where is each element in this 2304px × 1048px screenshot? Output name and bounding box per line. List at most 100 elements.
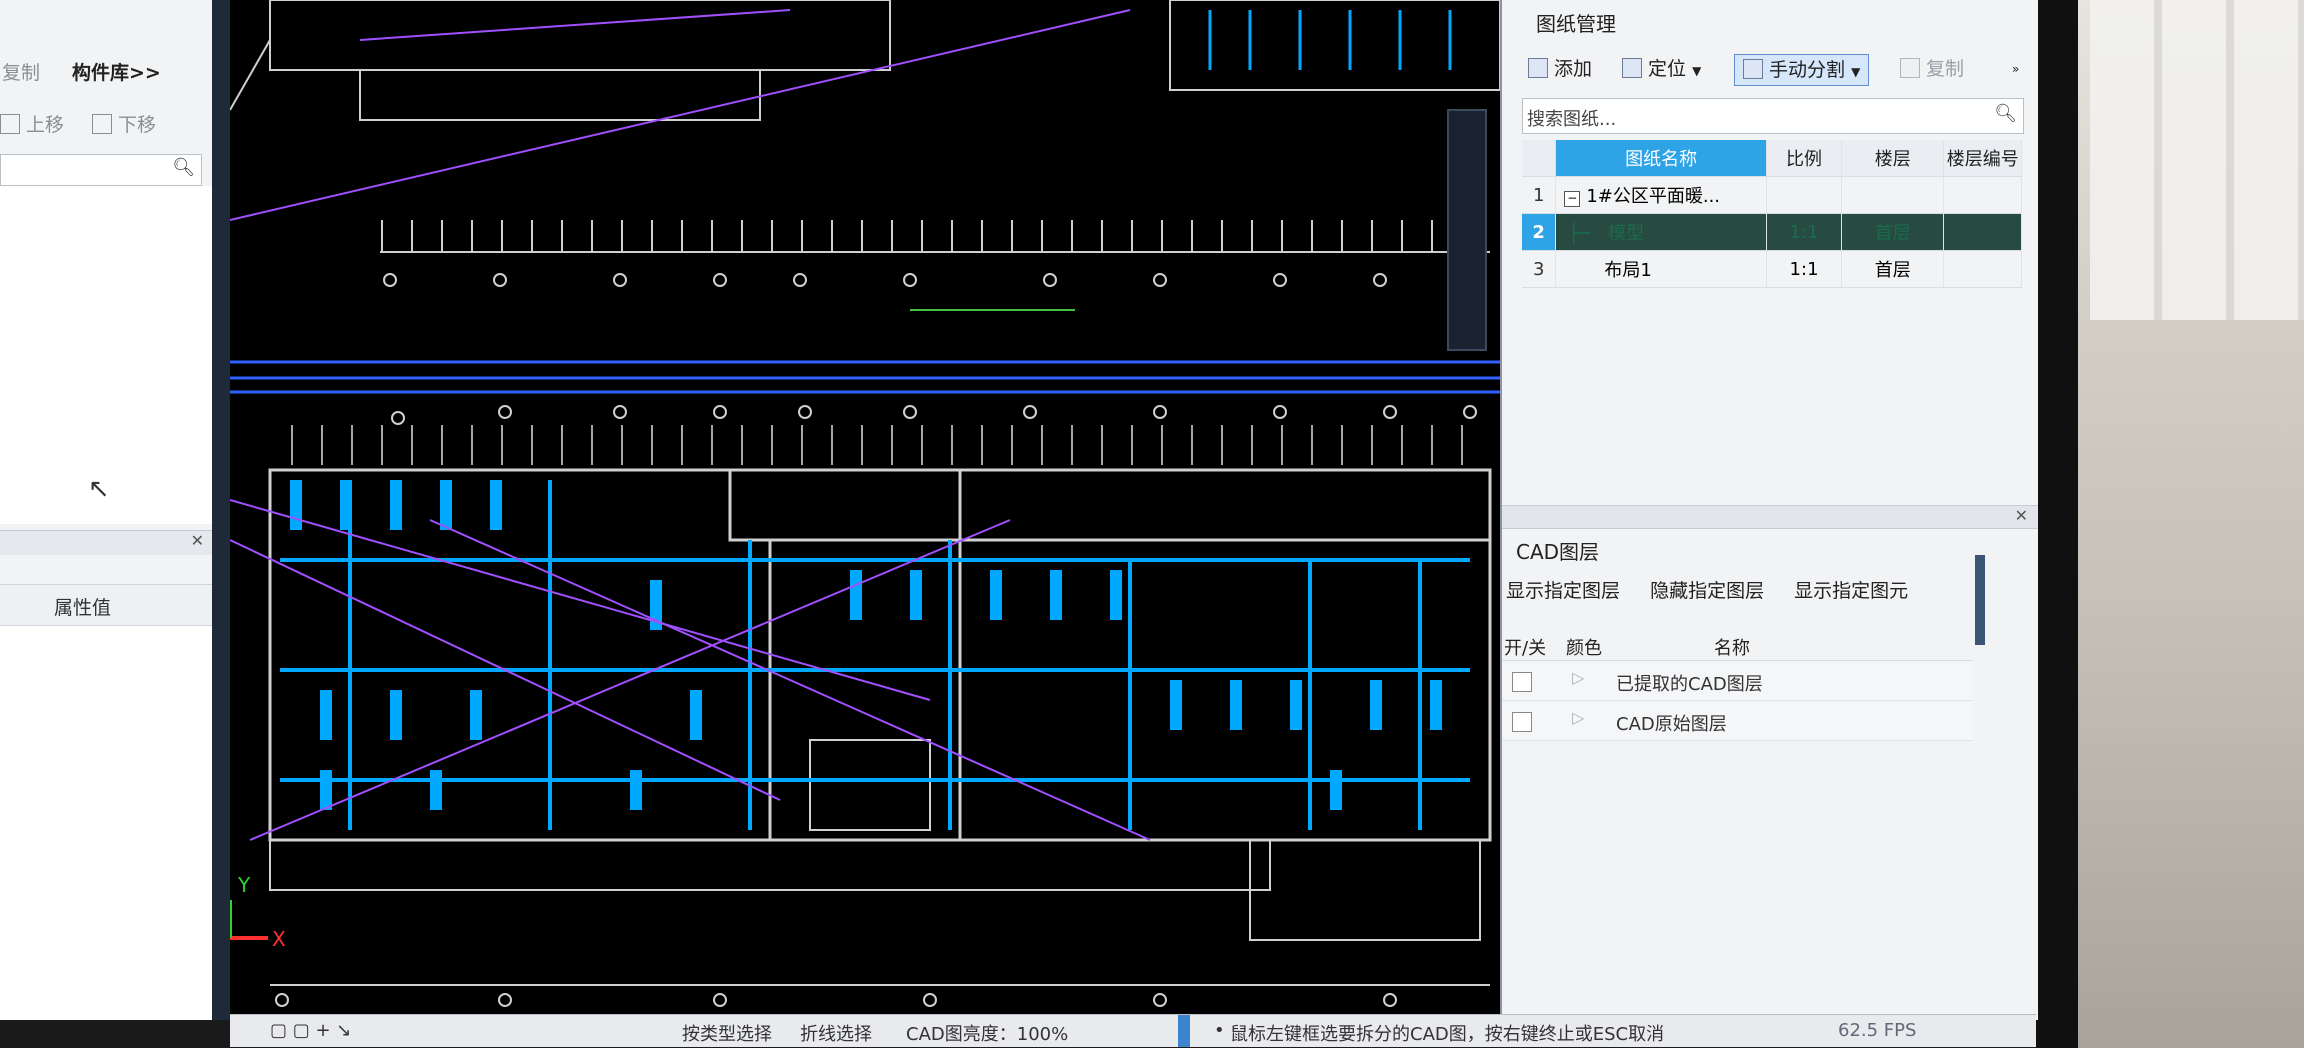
component-search-input[interactable]: 🔍︎: [0, 154, 202, 186]
search-icon[interactable]: 🔍︎: [1994, 103, 2017, 124]
drawing-search-input[interactable]: 搜索图纸... 🔍︎: [1522, 98, 2024, 134]
search-icon[interactable]: 🔍︎: [172, 157, 195, 178]
show-element-button[interactable]: 显示指定图元: [1794, 580, 1908, 602]
column-header-ratio[interactable]: 比例: [1766, 140, 1843, 177]
close-icon[interactable]: ✕: [2015, 506, 2028, 525]
component-library-button[interactable]: 构件库>>: [72, 58, 161, 85]
locate-icon: [1622, 58, 1642, 78]
mouse-cursor-icon: ↖: [88, 474, 110, 504]
axis-y-label: Y: [237, 873, 251, 897]
row-floor[interactable]: 首层: [1841, 213, 1945, 251]
brightness-control[interactable]: CAD图亮度：100%: [906, 1020, 1068, 1046]
add-label: 添加: [1554, 58, 1593, 80]
cad-drawing: Y X: [230, 0, 1500, 1007]
collapse-icon[interactable]: −: [1564, 191, 1581, 207]
split-icon: [1743, 59, 1763, 79]
row-floor-code[interactable]: [1943, 213, 2022, 251]
hide-layer-button[interactable]: 隐藏指定图层: [1650, 580, 1764, 602]
list-item[interactable]: ▷ CAD原始图层: [1502, 702, 1972, 741]
add-icon: [1528, 58, 1548, 78]
drawing-table: 图纸名称 比例 楼层 楼层编号 1 −1#公区平面暖... 2 ├─ 模型 1:1…: [1522, 140, 2022, 288]
more-icon[interactable]: »: [2012, 54, 2019, 84]
vertical-scrollbar[interactable]: [1975, 555, 1985, 645]
layer-name: 已提取的CAD图层: [1616, 674, 1763, 695]
list-item[interactable]: ▷ 已提取的CAD图层: [1502, 662, 1972, 701]
copy-drawing-label: 复制: [1926, 58, 1965, 80]
locate-button[interactable]: 定位 ▼: [1622, 54, 1701, 84]
cad-canvas[interactable]: Y X: [230, 0, 1500, 1025]
row-index: 2: [1522, 213, 1557, 251]
row-index: 1: [1522, 176, 1557, 214]
row-name-cell[interactable]: ├─ 模型: [1555, 213, 1767, 251]
drawing-manager-panel: 图纸管理 添加 定位 ▼ 手动分割 ▼ 复制 » 搜索图纸... 🔍︎ 图纸名称: [1500, 0, 2038, 1020]
copy-button[interactable]: 复制: [2, 58, 40, 85]
table-row-selected[interactable]: 2 ├─ 模型 1:1 首层: [1522, 213, 2022, 251]
row-floor[interactable]: [1841, 176, 1945, 214]
property-grid[interactable]: [0, 626, 212, 1020]
component-toolbar: 复制 构件库>>: [0, 52, 212, 88]
type-select-button[interactable]: 按类型选择: [682, 1020, 772, 1046]
manual-split-label: 手动分割: [1769, 59, 1846, 81]
column-header-floor[interactable]: 楼层: [1841, 140, 1945, 177]
row-name[interactable]: 布局1: [1555, 250, 1767, 288]
row-floor-code[interactable]: [1943, 176, 2022, 214]
arrow-down-icon: [92, 114, 112, 134]
cad-layer-panel-header: ✕: [1502, 505, 2038, 529]
cad-layer-header: 开/关 颜色 名称: [1502, 630, 1972, 661]
expand-arrow-icon[interactable]: ▷: [1572, 668, 1584, 687]
table-row[interactable]: 3 布局1 1:1 首层: [1522, 250, 2022, 288]
locate-label: 定位: [1648, 58, 1687, 80]
polyline-select-button[interactable]: 折线选择: [800, 1020, 872, 1046]
row-floor[interactable]: 首层: [1841, 250, 1945, 288]
cad-layer-actions: 显示指定图层 隐藏指定图层 显示指定图元: [1506, 576, 1932, 603]
chevron-down-icon: ▼: [1692, 64, 1702, 78]
tree-branch-icon: ├─: [1568, 223, 1591, 244]
screen: 复制 构件库>> 上移 下移 🔍︎ ↖ ✕ 属性值 Y X 图纸管理 添加 定位…: [0, 0, 2038, 1047]
show-layer-button[interactable]: 显示指定图层: [1506, 580, 1620, 602]
component-panel: 复制 构件库>> 上移 下移 🔍︎ ↖ ✕ 属性值: [0, 0, 214, 1020]
row-ratio[interactable]: 1:1: [1766, 250, 1843, 288]
drawing-toolbar: 添加 定位 ▼ 手动分割 ▼ 复制 »: [1522, 50, 2028, 86]
copy-icon: [1900, 58, 1920, 78]
move-down-button[interactable]: 下移: [92, 110, 156, 137]
table-header-row: 图纸名称 比例 楼层 楼层编号: [1522, 140, 2022, 177]
drawing-search-placeholder: 搜索图纸...: [1527, 109, 1617, 130]
status-bar: ▢ ▢ + ↘ 按类型选择 折线选择 CAD图亮度：100% • 鼠标左键框选要…: [230, 1014, 2036, 1047]
column-header-name[interactable]: 图纸名称: [1555, 140, 1767, 177]
column-header-layer-name: 名称: [1714, 638, 1750, 659]
chevron-down-icon: ▼: [1851, 65, 1861, 79]
move-toolbar: 上移 下移: [0, 104, 212, 140]
close-icon[interactable]: ✕: [191, 531, 204, 550]
status-separator: [1178, 1015, 1190, 1047]
property-column-header: 属性值: [0, 584, 212, 626]
row-index: 3: [1522, 250, 1557, 288]
property-value-header: 属性值: [54, 597, 112, 619]
dot-icon: •: [1214, 1020, 1225, 1041]
status-hint: 鼠标左键框选要拆分的CAD图，按右键终止或ESC取消: [1230, 1024, 1665, 1045]
property-panel-header: ✕: [0, 530, 212, 555]
row-ratio[interactable]: [1766, 176, 1843, 214]
table-header-index: [1522, 140, 1557, 177]
layer-visibility-checkbox[interactable]: [1512, 672, 1532, 692]
cad-layer-title: CAD图层: [1516, 540, 1600, 564]
axis-x-label: X: [272, 927, 286, 951]
row-name: 模型: [1608, 223, 1645, 244]
table-row[interactable]: 1 −1#公区平面暖...: [1522, 176, 2022, 214]
fps-counter: 62.5 FPS: [1838, 1020, 1917, 1041]
expand-arrow-icon[interactable]: ▷: [1572, 708, 1584, 727]
column-header-floor-code[interactable]: 楼层编号: [1943, 140, 2022, 177]
row-name-cell[interactable]: −1#公区平面暖...: [1555, 176, 1767, 214]
monitor-bezel: [2036, 0, 2078, 1048]
row-floor-code[interactable]: [1943, 250, 2022, 288]
manual-split-button[interactable]: 手动分割 ▼: [1734, 54, 1870, 86]
column-header-color: 颜色: [1566, 638, 1602, 659]
copy-drawing-button[interactable]: 复制: [1900, 54, 1964, 84]
layer-name: CAD原始图层: [1616, 714, 1727, 735]
layer-visibility-checkbox[interactable]: [1512, 712, 1532, 732]
add-drawing-button[interactable]: 添加: [1528, 54, 1592, 84]
arrow-up-icon: [0, 114, 20, 134]
panel-splitter[interactable]: [212, 0, 230, 1020]
move-up-button[interactable]: 上移: [0, 110, 64, 137]
status-tool-icons[interactable]: ▢ ▢ + ↘: [270, 1020, 351, 1041]
row-ratio[interactable]: 1:1: [1766, 213, 1843, 251]
